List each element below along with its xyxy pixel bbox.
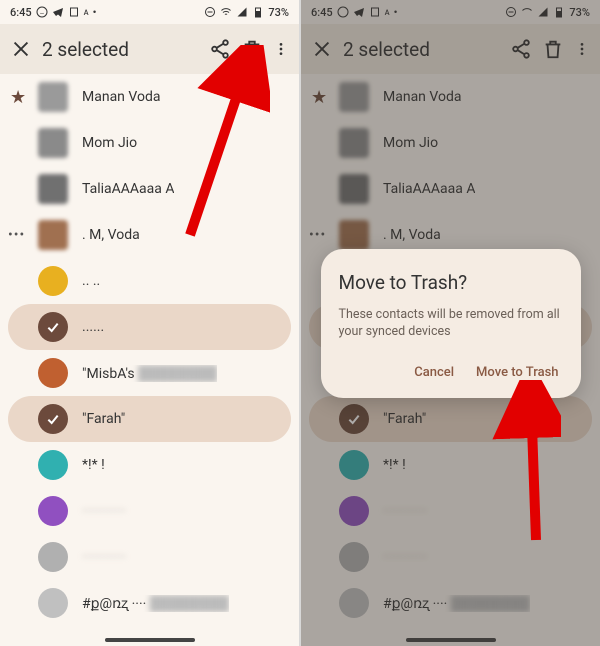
delete-icon[interactable] — [241, 38, 263, 60]
selection-toolbar: 2 selected — [0, 24, 299, 74]
contact-avatar — [38, 588, 68, 618]
navigation-handle[interactable] — [105, 638, 195, 642]
contact-avatar — [38, 128, 68, 158]
contact-list-left[interactable]: ★ Manan Voda Mom Jio TaliaAAAaaa A ••• . M, V… — [0, 74, 299, 626]
more-icon[interactable] — [273, 38, 289, 60]
contact-name: ...... — [82, 319, 104, 335]
contact-avatar — [38, 174, 68, 204]
more-dots-icon: ••• — [8, 227, 25, 243]
contact-name: *!* ! — [82, 457, 105, 473]
contact-avatar — [38, 496, 68, 526]
contact-name: Manan Voda — [82, 89, 160, 105]
contact-name: ············ — [82, 503, 126, 519]
contact-avatar — [38, 450, 68, 480]
contact-row[interactable]: .. .. — [0, 258, 299, 304]
contact-row[interactable]: TaliaAAAaaa A — [0, 166, 299, 212]
dialog-title: Move to Trash? — [339, 271, 563, 294]
signal-icon — [236, 6, 248, 18]
selected-checkmark-avatar — [38, 404, 68, 434]
telegram-icon — [52, 6, 64, 18]
wifi-icon — [220, 6, 232, 18]
contact-name: "Farah" — [82, 411, 125, 427]
contact-avatar — [38, 266, 68, 296]
battery-icon — [252, 6, 264, 18]
dnd-icon — [204, 6, 216, 18]
check-icon — [45, 319, 61, 335]
contact-row[interactable]: *!* ! — [0, 442, 299, 488]
dialog-body: These contacts will be removed from all … — [339, 306, 563, 341]
contact-avatar — [38, 82, 68, 112]
contact-row[interactable]: #ք@ռʐ ···· ████████ — [0, 580, 299, 626]
person-icon: ᴀ — [84, 7, 89, 18]
cancel-button[interactable]: Cancel — [414, 365, 454, 380]
contact-name: ············ — [82, 549, 126, 565]
battery-percent: 73% — [268, 6, 289, 19]
whatsapp-icon — [36, 6, 48, 18]
selected-checkmark-avatar — [38, 312, 68, 342]
close-icon[interactable] — [10, 38, 32, 60]
share-icon[interactable] — [209, 38, 231, 60]
confirm-button[interactable]: Move to Trash — [476, 365, 558, 380]
contact-avatar — [38, 220, 68, 250]
selection-count: 2 selected — [42, 38, 199, 61]
contact-row[interactable]: Mom Jio — [0, 120, 299, 166]
contact-name: TaliaAAAaaa A — [82, 181, 174, 197]
status-time: 6:45 — [10, 6, 32, 19]
status-bar: 6:45 ᴀ • 73% — [0, 0, 299, 24]
contact-avatar — [38, 542, 68, 572]
dot-icon: • — [93, 6, 97, 19]
contact-row[interactable]: "Farah" — [8, 396, 291, 442]
contact-row[interactable]: ············ — [0, 534, 299, 580]
contact-name: . M, Voda — [82, 227, 140, 243]
contact-row[interactable]: ••• . M, Voda — [0, 212, 299, 258]
check-icon — [45, 411, 61, 427]
contact-avatar — [38, 358, 68, 388]
right-screenshot: 6:45 ᴀ • 73% 2 selected ★Manan VodaMom J… — [301, 0, 600, 646]
contact-name: Mom Jio — [82, 135, 137, 151]
contact-row[interactable]: ············ — [0, 488, 299, 534]
notification-icon — [68, 6, 80, 18]
move-to-trash-dialog: Move to Trash? These contacts will be re… — [321, 249, 581, 398]
contact-name: "MisbA's ████████ — [82, 365, 217, 382]
contact-name: #ք@ռʐ ···· ████████ — [82, 595, 229, 612]
contact-name: .. .. — [82, 273, 100, 289]
contact-row[interactable]: ...... — [8, 304, 291, 350]
dialog-overlay[interactable]: Move to Trash? These contacts will be re… — [301, 0, 600, 646]
contact-row[interactable]: ★ Manan Voda — [0, 74, 299, 120]
left-screenshot: 6:45 ᴀ • 73% 2 selected ★ Manan Voda Mom J… — [0, 0, 299, 646]
contact-row[interactable]: "MisbA's ████████ — [0, 350, 299, 396]
star-icon: ★ — [10, 87, 26, 108]
